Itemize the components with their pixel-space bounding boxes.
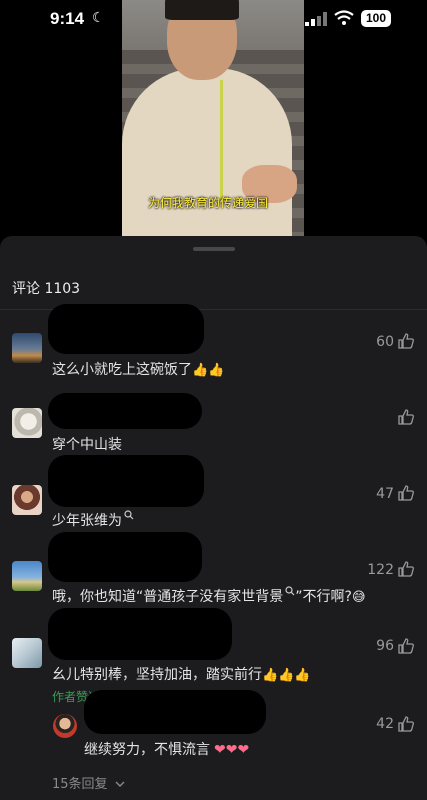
redacted-username bbox=[48, 393, 202, 429]
avatar[interactable] bbox=[12, 408, 42, 438]
avatar[interactable] bbox=[12, 485, 42, 515]
comment-text: 哦，你也知道“普通孩子没有家世背景 ”不行啊?😅 bbox=[52, 586, 366, 606]
comment-text: 幺儿特别棒，坚持加油，踏实前行👍👍👍 bbox=[52, 667, 311, 683]
drag-handle[interactable] bbox=[193, 247, 235, 251]
status-time: 9:14 bbox=[50, 9, 85, 28]
comments-title: 评论 1103 bbox=[12, 281, 81, 297]
search-icon[interactable] bbox=[285, 586, 295, 596]
like-count: 42 bbox=[376, 716, 394, 732]
status-bar: 9:14 ☾ 100 bbox=[0, 0, 427, 40]
reply-text: 继续努力，不惧流言 ❤❤❤ bbox=[84, 742, 250, 758]
chevron-down-icon bbox=[115, 781, 125, 787]
comment-text: 少年张维为 bbox=[52, 510, 134, 530]
wifi-icon bbox=[334, 10, 354, 25]
expand-replies-button[interactable]: 15条回复 bbox=[52, 773, 125, 792]
thumbs-up-icon[interactable] bbox=[398, 333, 414, 349]
video-subtitle: 为何我教育的传递爱国 bbox=[148, 196, 269, 210]
thumbs-up-icon[interactable] bbox=[398, 716, 414, 732]
thumbs-up-icon[interactable] bbox=[398, 638, 414, 654]
like-count: 47 bbox=[376, 486, 394, 502]
thumbs-up-icon[interactable] bbox=[398, 409, 414, 425]
avatar[interactable] bbox=[12, 561, 42, 591]
sweat-smile-emoji: 😅 bbox=[351, 589, 366, 605]
comment-text: 这么小就吃上这碗饭了👍👍 bbox=[52, 362, 225, 378]
signal-icon bbox=[305, 12, 327, 26]
battery-icon: 100 bbox=[361, 10, 391, 27]
heart-emoji: ❤❤❤ bbox=[214, 742, 250, 758]
thumbs-emoji: 👍👍 bbox=[192, 362, 225, 378]
redacted-username bbox=[48, 608, 232, 660]
like-count: 96 bbox=[376, 638, 394, 654]
avatar[interactable] bbox=[12, 638, 42, 668]
avatar[interactable] bbox=[53, 714, 77, 738]
comment-text: 穿个中山装 bbox=[52, 437, 122, 453]
redacted-username bbox=[48, 455, 204, 507]
thumbs-up-icon[interactable] bbox=[398, 485, 414, 501]
thumbs-emoji: 👍👍👍 bbox=[262, 667, 311, 683]
moon-icon: ☾ bbox=[92, 10, 105, 26]
like-count: 60 bbox=[376, 334, 394, 350]
comment-sheet: 评论 1103 这么小就吃上这碗饭了👍👍 60 穿个中山装 少年张维为 47 哦… bbox=[0, 236, 427, 800]
thumbs-up-icon[interactable] bbox=[398, 561, 414, 577]
avatar[interactable] bbox=[12, 333, 42, 363]
redacted-username bbox=[84, 690, 266, 734]
redacted-username bbox=[48, 532, 202, 582]
like-count: 122 bbox=[367, 562, 394, 578]
redacted-username bbox=[48, 304, 204, 354]
search-icon[interactable] bbox=[124, 510, 134, 520]
